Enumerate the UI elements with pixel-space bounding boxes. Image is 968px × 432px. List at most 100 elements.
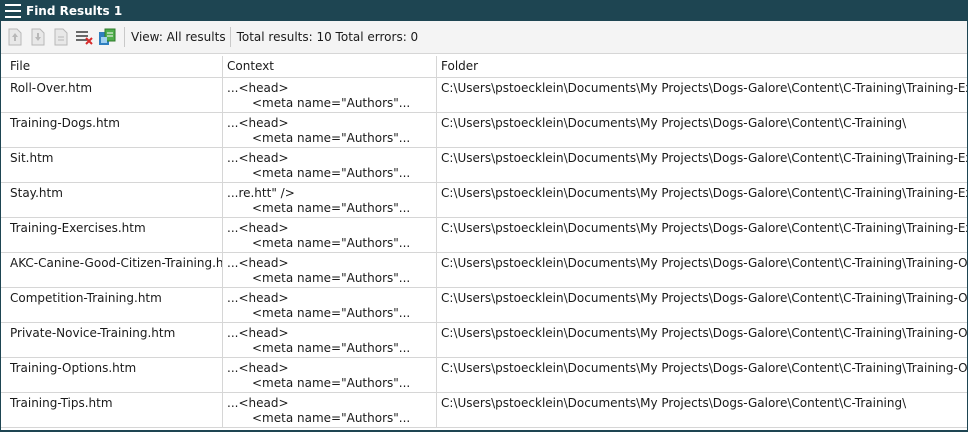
panel-title: Find Results 1 — [26, 4, 123, 18]
file-cell: Training-Dogs.htm — [1, 113, 223, 147]
context-line-1: ...<head> — [227, 256, 289, 270]
column-header-file[interactable]: File — [1, 56, 223, 77]
folder-path: C:\Users\pstoecklein\Documents\My Projec… — [441, 256, 967, 270]
file-cell: AKC-Canine-Good-Citizen-Training.htm — [1, 253, 223, 287]
folder-path: C:\Users\pstoecklein\Documents\My Projec… — [441, 326, 967, 340]
folder-cell: C:\Users\pstoecklein\Documents\My Projec… — [437, 288, 967, 322]
file-name: Competition-Training.htm — [10, 291, 162, 305]
grid-body: Roll-Over.htm ...<head> <meta name="Auth… — [1, 78, 967, 428]
file-cell: Training-Tips.htm — [1, 393, 223, 427]
context-line-2: <meta name="Authors"... — [252, 376, 411, 390]
table-row[interactable]: Competition-Training.htm ...<head> <meta… — [1, 288, 967, 323]
context-line-2: <meta name="Authors"... — [252, 96, 411, 110]
context-line-2: <meta name="Authors"... — [252, 236, 411, 250]
context-line-1: ...<head> — [227, 326, 289, 340]
grid-header: File Context Folder — [1, 56, 967, 78]
folder-path: C:\Users\pstoecklein\Documents\My Projec… — [441, 221, 967, 235]
column-header-folder[interactable]: Folder — [437, 56, 967, 77]
context-line-2: <meta name="Authors"... — [252, 166, 411, 180]
folder-path: C:\Users\pstoecklein\Documents\My Projec… — [441, 361, 967, 375]
table-row[interactable]: Stay.htm ...re.htt" /> <meta name="Autho… — [1, 183, 967, 218]
totals-label: Total results: 10 Total errors: 0 — [236, 30, 419, 44]
folder-cell: C:\Users\pstoecklein\Documents\My Projec… — [437, 183, 967, 217]
folder-cell: C:\Users\pstoecklein\Documents\My Projec… — [437, 253, 967, 287]
toolbar-separator — [229, 27, 231, 47]
file-cell: Roll-Over.htm — [1, 78, 223, 112]
file-name: Training-Dogs.htm — [10, 116, 120, 130]
find-results-panel: Find Results 1 View: All results Total r… — [0, 0, 968, 432]
clear-results-icon[interactable] — [74, 26, 94, 48]
folder-cell: C:\Users\pstoecklein\Documents\My Projec… — [437, 113, 967, 147]
menu-icon[interactable] — [5, 4, 21, 18]
context-cell: ...<head> <meta name="Authors"... — [223, 218, 437, 252]
folder-path: C:\Users\pstoecklein\Documents\My Projec… — [441, 81, 967, 95]
context-line-2: <meta name="Authors"... — [252, 201, 411, 215]
table-row[interactable]: Training-Tips.htm ...<head> <meta name="… — [1, 393, 967, 428]
file-cell: Private-Novice-Training.htm — [1, 323, 223, 357]
context-line-2: <meta name="Authors"... — [252, 341, 411, 355]
context-line-1: ...<head> — [227, 116, 289, 130]
file-name: Roll-Over.htm — [10, 81, 93, 95]
context-cell: ...<head> <meta name="Authors"... — [223, 253, 437, 287]
context-cell: ...<head> <meta name="Authors"... — [223, 113, 437, 147]
folder-path: C:\Users\pstoecklein\Documents\My Projec… — [441, 186, 967, 200]
results-grid: File Context Folder Roll-Over.htm ...<he… — [1, 56, 967, 428]
table-row[interactable]: Training-Exercises.htm ...<head> <meta n… — [1, 218, 967, 253]
folder-cell: C:\Users\pstoecklein\Documents\My Projec… — [437, 148, 967, 182]
folder-path: C:\Users\pstoecklein\Documents\My Projec… — [441, 151, 967, 165]
table-row[interactable]: Sit.htm ...<head> <meta name="Authors"..… — [1, 148, 967, 183]
table-row[interactable]: Training-Dogs.htm ...<head> <meta name="… — [1, 113, 967, 148]
table-row[interactable]: AKC-Canine-Good-Citizen-Training.htm ...… — [1, 253, 967, 288]
context-line-1: ...re.htt" /> — [227, 186, 295, 200]
toolbar: View: All results Total results: 10 Tota… — [1, 21, 967, 54]
toolbar-separator — [124, 27, 125, 47]
context-cell: ...<head> <meta name="Authors"... — [223, 78, 437, 112]
previous-result-icon[interactable] — [5, 26, 25, 48]
export-results-icon[interactable] — [97, 26, 117, 48]
folder-cell: C:\Users\pstoecklein\Documents\My Projec… — [437, 218, 967, 252]
context-line-2: <meta name="Authors"... — [252, 271, 411, 285]
table-row[interactable]: Roll-Over.htm ...<head> <meta name="Auth… — [1, 78, 967, 113]
file-cell: Training-Exercises.htm — [1, 218, 223, 252]
folder-cell: C:\Users\pstoecklein\Documents\My Projec… — [437, 323, 967, 357]
file-cell: Training-Options.htm — [1, 358, 223, 392]
context-line-1: ...<head> — [227, 151, 289, 165]
context-line-2: <meta name="Authors"... — [252, 131, 411, 145]
context-line-1: ...<head> — [227, 361, 289, 375]
folder-cell: C:\Users\pstoecklein\Documents\My Projec… — [437, 393, 967, 427]
open-file-icon[interactable] — [51, 26, 71, 48]
file-name: Stay.htm — [10, 186, 63, 200]
folder-path: C:\Users\pstoecklein\Documents\My Projec… — [441, 116, 907, 130]
folder-path: C:\Users\pstoecklein\Documents\My Projec… — [441, 396, 907, 410]
context-cell: ...<head> <meta name="Authors"... — [223, 288, 437, 322]
file-name: Training-Options.htm — [10, 361, 137, 375]
file-cell: Sit.htm — [1, 148, 223, 182]
table-row[interactable]: Training-Options.htm ...<head> <meta nam… — [1, 358, 967, 393]
context-cell: ...<head> <meta name="Authors"... — [223, 323, 437, 357]
column-header-context[interactable]: Context — [223, 56, 437, 77]
panel-bottom-border — [1, 430, 967, 431]
context-line-2: <meta name="Authors"... — [252, 411, 411, 425]
folder-path: C:\Users\pstoecklein\Documents\My Projec… — [441, 291, 967, 305]
folder-cell: C:\Users\pstoecklein\Documents\My Projec… — [437, 358, 967, 392]
file-name: Sit.htm — [10, 151, 54, 165]
context-cell: ...<head> <meta name="Authors"... — [223, 148, 437, 182]
context-line-1: ...<head> — [227, 81, 289, 95]
table-row[interactable]: Private-Novice-Training.htm ...<head> <m… — [1, 323, 967, 358]
next-result-icon[interactable] — [28, 26, 48, 48]
context-cell: ...re.htt" /> <meta name="Authors"... — [223, 183, 437, 217]
context-line-2: <meta name="Authors"... — [252, 306, 411, 320]
panel-titlebar: Find Results 1 — [1, 1, 967, 21]
context-cell: ...<head> <meta name="Authors"... — [223, 393, 437, 427]
context-line-1: ...<head> — [227, 221, 289, 235]
context-line-1: ...<head> — [227, 291, 289, 305]
file-cell: Stay.htm — [1, 183, 223, 217]
file-name: Training-Tips.htm — [10, 396, 113, 410]
view-filter[interactable]: View: All results — [131, 30, 226, 44]
context-line-1: ...<head> — [227, 396, 289, 410]
file-name: Private-Novice-Training.htm — [10, 326, 176, 340]
file-name: AKC-Canine-Good-Citizen-Training.htm — [10, 256, 223, 270]
file-name: Training-Exercises.htm — [10, 221, 146, 235]
file-cell: Competition-Training.htm — [1, 288, 223, 322]
folder-cell: C:\Users\pstoecklein\Documents\My Projec… — [437, 78, 967, 112]
